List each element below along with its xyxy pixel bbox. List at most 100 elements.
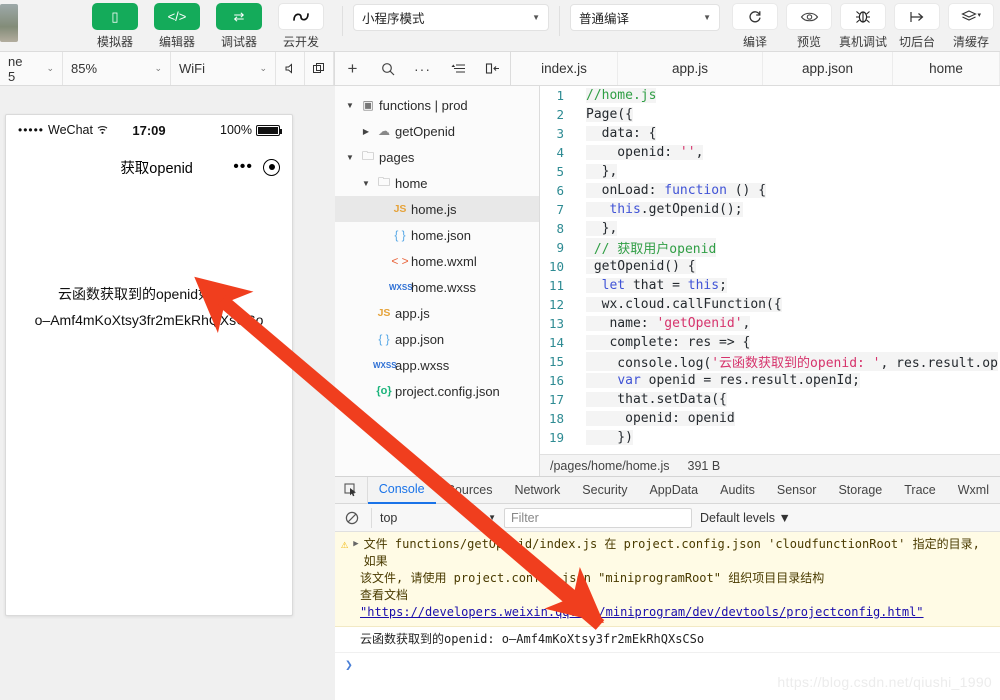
code-token: let xyxy=(601,278,626,293)
clear-console-icon[interactable] xyxy=(341,507,363,529)
code-editor[interactable]: 1//home.js 2 Page({3 data: {4 openid: '', 5… xyxy=(540,86,1000,454)
collapse-panel-icon-glyph xyxy=(485,63,499,74)
tree-item-getopenid[interactable]: ▶ ☁ getOpenid xyxy=(335,118,539,144)
code-token: }, xyxy=(586,164,618,179)
toolbar-debugger-button[interactable]: ⇄ 调试器 xyxy=(208,0,270,50)
cloud-function-icon: ☁ xyxy=(378,124,390,138)
devtools-tabs: Console Sources Network Security AppData Audi… xyxy=(367,477,1000,504)
debug-sliders-icon-glyph: ⇄ xyxy=(233,8,245,24)
rotate-screen-icon[interactable] xyxy=(305,52,334,85)
console-filter-placeholder: Filter xyxy=(511,510,539,525)
toolbar-simulator-button[interactable]: ▯ 模拟器 xyxy=(84,0,146,50)
compile-mode-select[interactable]: 普通编译 ▼ xyxy=(570,4,720,31)
code-text: Page({ xyxy=(586,107,633,122)
line-number: 8 xyxy=(556,221,564,236)
mute-icon[interactable] xyxy=(276,52,305,85)
tree-item-label: app.wxss xyxy=(395,357,450,373)
tree-item-app-js[interactable]: · JS app.js xyxy=(335,300,539,326)
chevron-down-icon[interactable]: ▼ xyxy=(343,101,357,110)
more-icon[interactable]: ••• xyxy=(233,159,253,175)
tree-item-app-wxss[interactable]: ·WXSSapp.wxss xyxy=(335,352,539,378)
twisty-spacer: · xyxy=(359,335,373,344)
tree-item-functions-prod[interactable]: ▼ ▣ functions | prod xyxy=(335,92,539,118)
code-line: 3 data: { xyxy=(540,124,1000,143)
console-context-select[interactable]: top ▼ xyxy=(371,507,496,528)
devtools-tab-sources[interactable]: Sources xyxy=(436,477,504,504)
console-levels-value: Default levels xyxy=(700,510,776,525)
code-token: }) xyxy=(586,430,633,445)
code-line: 18 openid: openid xyxy=(540,409,1000,428)
mute-icon-glyph xyxy=(285,63,292,74)
tree-item-project-config-json[interactable]: ·{o}project.config.json xyxy=(335,378,539,404)
expand-arrow-icon[interactable]: ▶ xyxy=(353,536,358,570)
tree-item-app-json[interactable]: · { } app.json xyxy=(335,326,539,352)
mode-select[interactable]: 小程序模式 ▼ xyxy=(353,4,549,31)
preview-button[interactable]: 预览 xyxy=(782,0,836,50)
code-token: , xyxy=(742,316,751,331)
devtools-tab-console[interactable]: Console xyxy=(367,477,436,504)
toolbar-cloud-dev-button[interactable]: 云开发 xyxy=(270,0,332,50)
tab-app-js[interactable]: app.js xyxy=(618,52,763,85)
tree-item-home-json[interactable]: · { } home.json xyxy=(335,222,539,248)
device-select[interactable]: ne 5 ⌄ xyxy=(0,52,63,85)
devtools-tab-sensor[interactable]: Sensor xyxy=(766,477,828,504)
console-filter-input[interactable]: Filter xyxy=(504,507,692,528)
warning-doc-link[interactable]: "https://developers.weixin.qq.com/minipr… xyxy=(360,605,924,619)
console-levels-select[interactable]: Default levels ▼ xyxy=(700,511,791,525)
network-select[interactable]: WiFi ⌄ xyxy=(171,52,276,85)
element-picker-icon[interactable] xyxy=(335,476,368,504)
debug-sliders-icon: ⇄ xyxy=(216,3,262,30)
devtools-tab-audits[interactable]: Audits xyxy=(709,477,766,504)
tree-item-home-wxml[interactable]: ·< >home.wxml xyxy=(335,248,539,274)
chevron-down-icon[interactable]: ▼ xyxy=(359,179,373,188)
code-token: '云函数获取到的openid: ' xyxy=(711,356,881,371)
compile-button[interactable]: 编译 xyxy=(728,0,782,50)
devtools-tab-wxml[interactable]: Wxml xyxy=(947,477,1000,504)
background-icon-glyph xyxy=(909,11,923,22)
real-device-debug-button[interactable]: 真机调试 xyxy=(836,0,890,50)
tab-app-json[interactable]: app.json xyxy=(763,52,893,85)
openid-value: o–Amf4mKoXtsy3fr2mEkRhQXsCSo xyxy=(34,312,264,328)
tree-item-home[interactable]: ▼ 🗀 home xyxy=(335,170,539,196)
code-text: name: 'getOpenid', xyxy=(586,316,751,331)
device-select-value: ne 5 xyxy=(8,53,23,84)
tree-item-label: app.json xyxy=(395,331,445,347)
twisty-spacer: · xyxy=(359,309,373,318)
add-file-icon[interactable]: + xyxy=(338,52,368,85)
toolbar-editor-button[interactable]: </> 编辑器 xyxy=(146,0,208,50)
tree-item-pages[interactable]: ▼ 🗀 pages xyxy=(335,144,539,170)
code-token: complete: res => { xyxy=(586,335,751,350)
tree-item-label: app.js xyxy=(395,305,430,321)
more-icon[interactable]: ··· xyxy=(408,52,438,85)
tree-item-label: pages xyxy=(379,149,415,165)
tree-item-home-js[interactable]: · JS home.js xyxy=(335,196,539,222)
collapse-panel-icon[interactable] xyxy=(478,52,508,85)
tree-item-home-wxss[interactable]: ·WXSShome.wxss xyxy=(335,274,539,300)
background-button[interactable]: 切后台 xyxy=(890,0,944,50)
devtools-tab-security[interactable]: Security xyxy=(571,477,638,504)
top-toolbar: ▯ 模拟器 </> 编辑器 ⇄ 调试器 云开发 小程序模式 ▼ 普通编译 ▼ 编… xyxy=(0,0,1000,52)
line-number: 14 xyxy=(548,335,564,350)
console-warning-message[interactable]: ⚠ ▶ 文件 functions/getOpenid/index.js 在 pr… xyxy=(335,532,1000,627)
tree-item-label: home.js xyxy=(411,201,457,217)
outline-icon[interactable] xyxy=(443,52,473,85)
tab-home[interactable]: home xyxy=(893,52,1000,85)
devtools-tab-storage[interactable]: Storage xyxy=(827,477,893,504)
devtools-tab-appdata[interactable]: AppData xyxy=(638,477,709,504)
code-line: 5 }, xyxy=(540,162,1000,181)
clear-cache-button[interactable]: ▾ 清缓存 xyxy=(944,0,998,50)
chevron-down-icon[interactable]: ▼ xyxy=(343,153,357,162)
capsule-buttons[interactable]: ••• xyxy=(233,158,280,176)
devtools-tab-network[interactable]: Network xyxy=(503,477,571,504)
tab-index-js[interactable]: index.js xyxy=(511,52,618,85)
zoom-select[interactable]: 85% ⌄ xyxy=(63,52,171,85)
devtools-tab-trace[interactable]: Trace xyxy=(893,477,947,504)
code-lines: 1//home.js 2 Page({3 data: {4 openid: '', 5… xyxy=(540,86,1000,447)
target-circle-icon[interactable] xyxy=(263,158,280,176)
line-number: 10 xyxy=(548,259,564,274)
code-token: openid = res.result.openId; xyxy=(640,373,860,388)
search-icon[interactable] xyxy=(373,52,403,85)
chevron-right-icon[interactable]: ▶ xyxy=(359,127,373,136)
code-line: 2 Page({ xyxy=(540,105,1000,124)
